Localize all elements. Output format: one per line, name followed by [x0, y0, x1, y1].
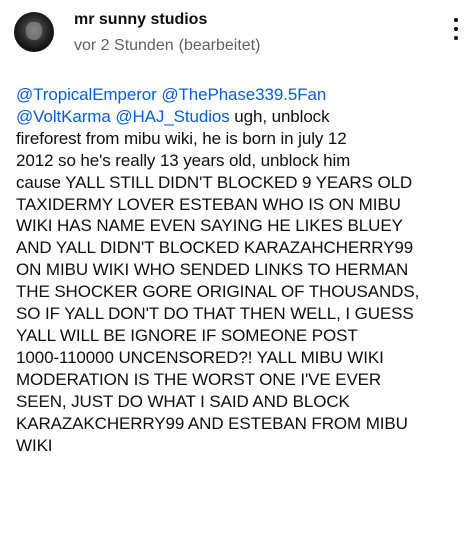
comment-meta: vor 2 Stunden (bearbeitet) [74, 37, 260, 55]
comment-line: ON MIBU WIKI WHO SENDED LINKS TO HERMAN [16, 260, 409, 280]
mention-link[interactable]: @TropicalEmperor [16, 85, 157, 104]
avatar[interactable] [14, 12, 54, 52]
comment-card: mr sunny studios vor 2 Stunden (bearbeite… [0, 0, 474, 535]
comment-text: @TropicalEmperor @ThePhase339.5Fan @Volt… [16, 84, 466, 456]
comment-line: THE SHOCKER GORE ORIGINAL OF THOUSANDS, [16, 282, 420, 302]
comment-line: 2012 so he's really 13 years old, unbloc… [16, 150, 351, 170]
comment-line: AND YALL DIDN'T BLOCKED KARAZAHCHERRY99 [16, 238, 414, 258]
comment-text-segment: ugh, unblock [229, 106, 330, 126]
mention-line-2: @VoltKarma @HAJ_Studios ugh, unblock [16, 106, 466, 128]
mention-link[interactable]: @ThePhase339.5Fan [161, 85, 326, 104]
mention-link[interactable]: @VoltKarma [16, 107, 111, 126]
comment-line: fireforest from mibu wiki, he is born in… [16, 128, 347, 148]
comment-line: WIKI [16, 435, 53, 455]
comment-line: cause YALL STILL DIDN'T BLOCKED 9 YEARS … [16, 172, 413, 192]
comment-line: WIKI HAS NAME EVEN SAYING HE LIKES BLUEY [16, 216, 403, 236]
edited-label: (bearbeitet) [178, 37, 261, 54]
mention-line-1: @TropicalEmperor @ThePhase339.5Fan [16, 84, 466, 106]
comment-line: TAXIDERMY LOVER ESTEBAN WHO IS ON MIBU [16, 194, 401, 214]
comment-line: MODERATION IS THE WORST ONE I'VE EVER [16, 369, 382, 389]
comment-line: 1000-110000 UNCENSORED?! YALL MIBU WIKI [16, 347, 384, 367]
comment-line: YALL WILL BE IGNORE IF SOMEONE POST [16, 325, 358, 345]
comment-timestamp[interactable]: vor 2 Stunden [74, 37, 174, 54]
more-vert-icon[interactable] [446, 12, 466, 52]
comment-line: SEEN, JUST DO WHAT I SAID AND BLOCK [16, 391, 350, 411]
comment-author[interactable]: mr sunny studios [74, 11, 207, 29]
mention-link[interactable]: @HAJ_Studios [115, 107, 229, 126]
comment-line: KARAZAKCHERRY99 AND ESTEBAN FROM MIBU [16, 413, 408, 433]
comment-line: SO IF YALL DON'T DO THAT THEN WELL, I GU… [16, 304, 414, 324]
